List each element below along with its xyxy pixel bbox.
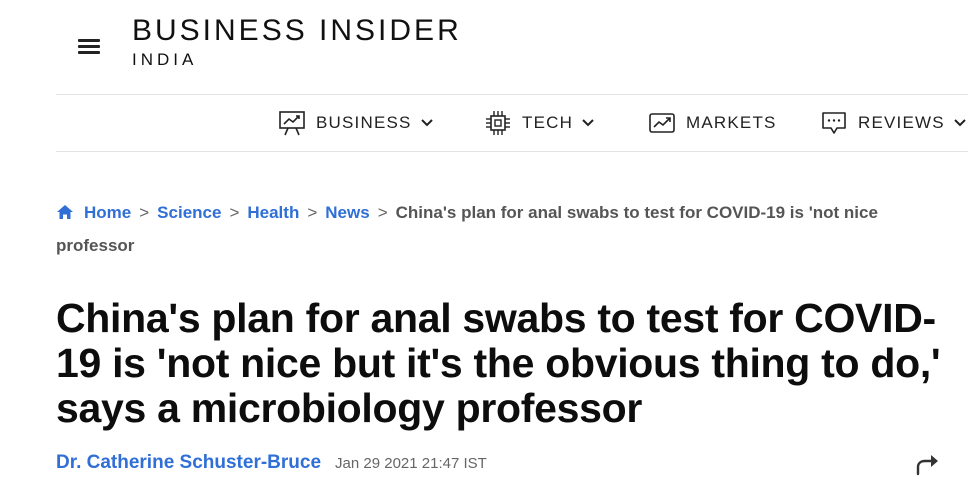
breadcrumb-home[interactable]: Home [56,203,131,222]
article-headline: China's plan for anal swabs to test for … [56,295,941,431]
brand-edition: INDIA [132,50,198,69]
nav-label-reviews: REVIEWS [858,113,945,132]
chevron-right-icon: > [229,203,240,222]
breadcrumb-current-continued: professor [56,236,135,255]
brand-logo[interactable]: BUSINESS INSIDER INDIA [132,14,462,70]
trend-chart-icon [649,113,675,133]
chevron-down-icon [954,119,966,127]
breadcrumb: Home > Science > Health > News > China's plan fo… [56,200,968,226]
chip-icon [486,111,510,135]
byline: Dr. Catherine Schuster-Bruce Jan 29 2021… [56,452,487,474]
nav-item-business[interactable]: BUSINESS [278,109,444,137]
publish-date: Jan 29 2021 21:47 IST [335,455,487,472]
home-icon [57,205,73,219]
nav-label-business: BUSINESS [316,113,412,132]
presentation-chart-icon [279,111,305,136]
site-header: BUSINESS INSIDER INDIA [0,0,968,94]
chevron-down-icon [582,119,594,127]
nav-label-markets: MARKETS [686,113,777,132]
share-icon[interactable] [914,452,940,481]
nav-item-reviews[interactable]: REVIEWS [820,109,968,137]
nav-label-tech: TECH [522,113,574,132]
nav-item-markets[interactable]: MARKETS [648,109,777,137]
chevron-right-icon: > [307,203,318,222]
hamburger-menu-icon[interactable] [78,37,102,55]
chat-bubble-icon [822,112,846,134]
chevron-down-icon [420,119,433,127]
nav-item-tech[interactable]: TECH [484,109,605,137]
chevron-right-icon: > [139,203,150,222]
breadcrumb-home-label: Home [84,203,132,222]
author-link[interactable]: Dr. Catherine Schuster-Bruce [56,452,321,474]
main-nav: BUSINESS TECH MARKETS REVIEWS [56,94,968,152]
breadcrumb-current: China's plan for anal swabs to test for … [395,203,878,222]
chevron-right-icon: > [377,203,388,222]
brand-name: BUSINESS INSIDER [132,14,462,47]
breadcrumb-news[interactable]: News [325,203,369,222]
breadcrumb-science[interactable]: Science [157,203,221,222]
breadcrumb-health[interactable]: Health [247,203,299,222]
